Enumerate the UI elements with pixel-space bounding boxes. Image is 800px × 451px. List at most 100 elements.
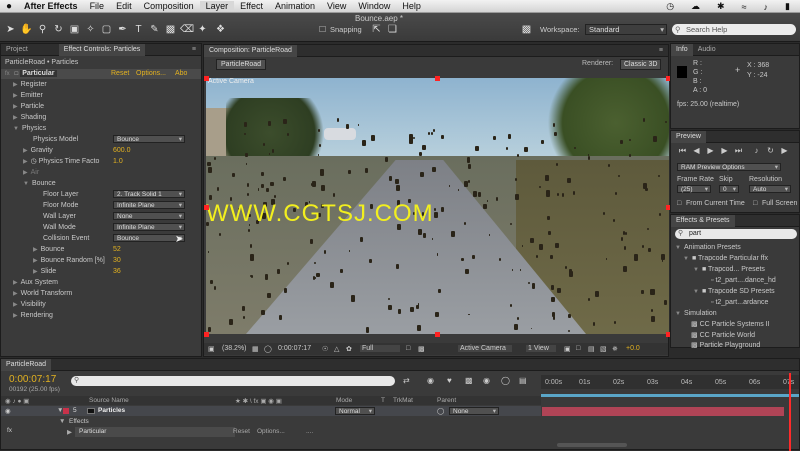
physics-model-select[interactable]: Bounce (113, 135, 185, 144)
workspace-select[interactable]: Standard (585, 24, 667, 35)
first-frame-icon[interactable]: ⏮ (677, 146, 688, 155)
group-air[interactable]: ▶ Air (23, 168, 39, 177)
tab-project[interactable]: Project (1, 44, 33, 56)
brainstorm-icon[interactable]: ◯ (501, 376, 510, 385)
work-area-bar[interactable] (541, 394, 799, 397)
effects-expand-icon[interactable]: ▼ (59, 418, 65, 425)
comp-mini-flowchart-icon[interactable]: ⇄ (403, 376, 410, 385)
tree-preset-dance-hd[interactable]: ▫ t2_part....dance_hd (711, 276, 776, 285)
flowchart-icon[interactable]: ▧ (600, 345, 607, 353)
snapping-checkbox[interactable]: □ (316, 23, 329, 36)
next-frame-icon[interactable]: ▶ (719, 146, 730, 155)
mask-icon[interactable]: ◯ (264, 345, 272, 353)
comp-viewer[interactable]: Active Camera WWW.CGTSJ.COM (206, 78, 669, 334)
timeline-effect-reset[interactable]: Reset (233, 428, 250, 435)
tab-effects-presets[interactable]: Effects & Presets (671, 214, 735, 227)
floor-mode-select[interactable]: Infinite Plane (113, 201, 185, 210)
menu-help[interactable]: Help (396, 1, 427, 11)
brush-tool-icon[interactable]: ✎ (148, 23, 161, 36)
slide-value[interactable]: 36 (113, 267, 121, 276)
timeline-icon[interactable]: ▤ (588, 345, 595, 353)
effects-search-field[interactable]: ⚲ part (675, 229, 797, 239)
group-physics[interactable]: ▼ Physics (13, 124, 46, 133)
menu-file[interactable]: File (84, 1, 111, 11)
tree-trapcode-sd-presets[interactable]: ▼ ■ Trapcode SD Presets (693, 287, 775, 296)
eye-icon[interactable]: ◉ (5, 407, 11, 415)
effect-about-link[interactable]: Abo (175, 69, 187, 78)
frame-rate-select[interactable]: (25) (677, 185, 711, 194)
transparency-grid-icon[interactable]: ▩ (418, 345, 425, 353)
rotate-tool-icon[interactable]: ↻ (52, 23, 65, 36)
selection-tool-icon[interactable]: ➤ (4, 23, 17, 36)
tab-info[interactable]: Info (671, 43, 693, 56)
rectangle-tool-icon[interactable]: ▢ (100, 23, 113, 36)
draft-3d-icon[interactable]: ◉ (427, 376, 434, 385)
views-select[interactable]: 1 View (526, 345, 556, 352)
col-source-name[interactable]: Source Name (89, 397, 129, 404)
time-factor-value[interactable]: 1.0 (113, 157, 123, 166)
menu-effect[interactable]: Effect (234, 1, 269, 11)
graph-editor-icon[interactable]: ▤ (519, 376, 527, 385)
comp-timecode[interactable]: 0:00:07:17 (278, 345, 311, 352)
wall-mode-select[interactable]: Infinite Plane (113, 223, 185, 232)
frame-handle[interactable] (204, 205, 209, 210)
zoom-select[interactable]: (38.2%) (222, 345, 247, 352)
group-aux-system[interactable]: ▶ Aux System (13, 278, 58, 287)
snap-edges-icon[interactable]: ⇱ (370, 23, 383, 36)
roto-brush-tool-icon[interactable]: ✦ (196, 23, 209, 36)
snapshot-icon[interactable]: ☉ (322, 345, 328, 353)
effect-particle-playground[interactable]: ▩ Particle Playground (691, 341, 760, 350)
app-menu[interactable]: After Effects (18, 1, 84, 11)
tab-effect-controls[interactable]: Effect Controls: Particles (58, 43, 146, 56)
menu-layer[interactable]: Layer (199, 1, 235, 11)
camera-tool-icon[interactable]: ▣ (68, 23, 81, 36)
group-shading[interactable]: ▶ Shading (13, 113, 46, 122)
menu-edit[interactable]: Edit (110, 1, 138, 11)
clock-icon[interactable]: ◷ (660, 1, 680, 12)
col-t[interactable]: T (381, 397, 385, 404)
text-tool-icon[interactable]: T (132, 23, 145, 36)
bluetooth-icon[interactable]: ✱ (711, 1, 731, 12)
frame-handle[interactable] (435, 76, 440, 81)
group-particle[interactable]: ▶ Particle (13, 102, 44, 111)
fx-toggle-icon[interactable]: fx (5, 71, 10, 77)
puppet-pin-tool-icon[interactable]: ❖ (214, 23, 227, 36)
label-color-icon[interactable] (63, 408, 69, 414)
current-time-indicator[interactable] (788, 373, 791, 451)
motion-blur-icon[interactable]: ◉ (483, 376, 490, 385)
wall-layer-select[interactable]: None (113, 212, 185, 221)
last-frame-icon[interactable]: ⏭ (733, 146, 744, 155)
tab-preview[interactable]: Preview (671, 130, 706, 143)
menu-composition[interactable]: Composition (138, 1, 200, 11)
tree-simulation[interactable]: ▼ Simulation (675, 309, 717, 318)
resolution-select[interactable]: Full (360, 345, 400, 352)
full-screen-checkbox[interactable]: □ (753, 199, 757, 208)
effect-options-link[interactable]: Options... (136, 69, 166, 78)
renderer-select[interactable]: Classic 3D (620, 59, 662, 70)
effect-cc-particle-systems[interactable]: ▩ CC Particle Systems II (691, 320, 770, 329)
effect-reset-link[interactable]: Reset (111, 69, 129, 78)
exposure-value[interactable]: +0.0 (626, 345, 640, 352)
bounce-value[interactable]: 52 (113, 245, 121, 254)
timeline-timecode[interactable]: 0:00:07:17 (9, 374, 56, 385)
pickwhip-icon[interactable]: ◯ (437, 407, 444, 415)
zoom-tool-icon[interactable]: ⚲ (36, 23, 49, 36)
effect-cc-particle-world[interactable]: ▩ CC Particle World (691, 331, 755, 340)
fast-previews-icon[interactable]: □ (576, 345, 580, 352)
workspace-menu-icon[interactable]: ▩ (520, 23, 533, 36)
tree-trapcode-particular-ffx[interactable]: ▼ ■ Trapcode Particular ffx (683, 254, 768, 263)
frame-blending-icon[interactable]: ▩ (465, 376, 473, 385)
floor-layer-select[interactable]: 2. Track Solid 1 (113, 190, 185, 199)
stopwatch-icon[interactable]: ◷ (31, 158, 37, 165)
skip-select[interactable]: 0 (719, 185, 739, 194)
speaker-icon[interactable]: ♪ (758, 2, 775, 12)
frame-handle[interactable] (204, 332, 209, 337)
comp-name-button[interactable]: ParticleRoad (216, 59, 267, 70)
layer-duration-bar[interactable] (542, 407, 784, 416)
hand-tool-icon[interactable]: ✋ (20, 23, 33, 36)
region-of-interest-icon[interactable]: □ (406, 345, 410, 352)
timeline-zoom-slider[interactable] (557, 443, 627, 447)
group-bounce[interactable]: ▼ Bounce (23, 179, 56, 188)
group-register[interactable]: ▶ Register (13, 80, 47, 89)
clone-stamp-tool-icon[interactable]: ▩ (164, 23, 177, 36)
